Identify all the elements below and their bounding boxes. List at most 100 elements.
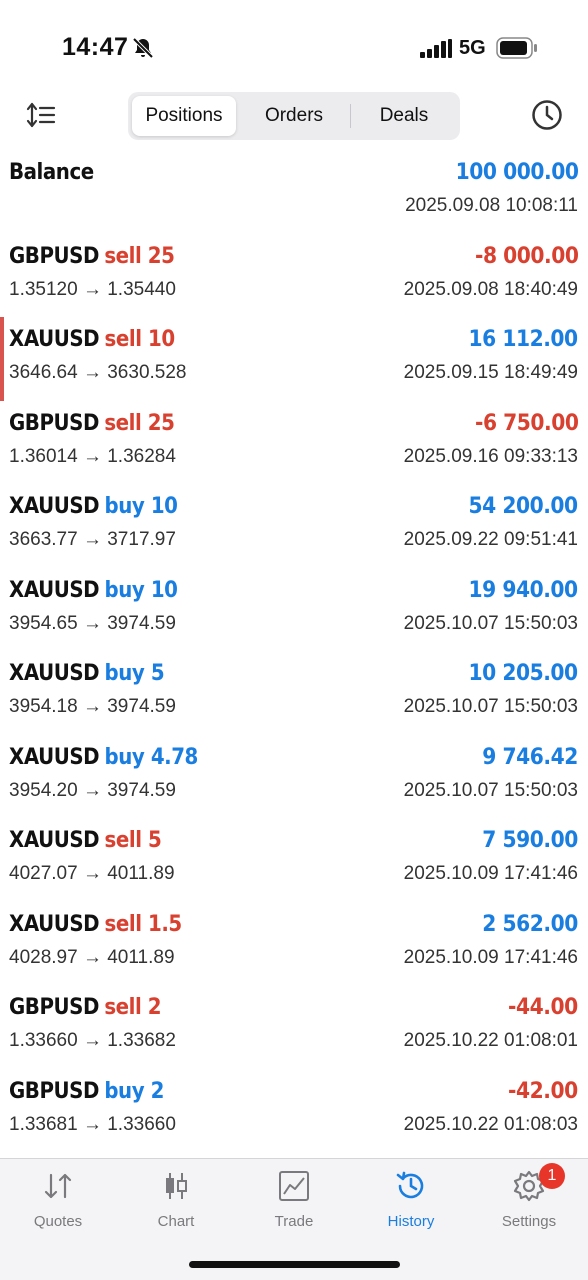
direction-label: buy	[104, 1078, 145, 1104]
direction-label: sell	[104, 911, 142, 937]
tab-quotes-label: Quotes	[33, 1213, 83, 1230]
symbol-name: XAUUSD	[9, 327, 100, 352]
volume-label: 2	[150, 1078, 165, 1104]
deal-profit: 7 590.00	[482, 828, 578, 853]
segment-divider	[350, 104, 351, 128]
deal-time: 2025.09.15 18:49:49	[403, 362, 578, 383]
deal-time: 2025.09.16 09:33:13	[403, 445, 578, 467]
direction-label: buy	[104, 577, 145, 603]
volume-label: 25	[147, 410, 175, 436]
deal-symbol: GBPUSD buy 2	[9, 1079, 164, 1104]
deal-prices: 3954.65 → 3974.59	[9, 612, 176, 634]
tab-orders[interactable]: Orders	[240, 96, 348, 136]
deal-profit: 10 205.00	[468, 661, 579, 686]
deal-time: 2025.10.09 17:41:46	[403, 946, 578, 968]
deal-row[interactable]: XAUUSD buy 10 3663.77 → 3717.97 54 200.00 20…	[0, 484, 588, 568]
settings-badge: 1	[539, 1163, 565, 1189]
direction-label: sell	[104, 410, 142, 436]
deal-prices: 4028.97 → 4011.89	[9, 946, 175, 968]
deal-symbol: GBPUSD sell 25	[9, 243, 175, 269]
deal-symbol: XAUUSD sell 5	[9, 828, 162, 853]
deal-direction: buy 10	[105, 494, 178, 519]
deal-direction: buy 5	[105, 661, 165, 686]
tab-history-label: History	[387, 1213, 435, 1230]
deal-symbol: GBPUSD sell 25	[9, 410, 175, 436]
deal-time: 2025.10.09 17:41:46	[403, 863, 578, 884]
direction-label: buy	[104, 661, 145, 686]
direction-label: sell	[104, 995, 142, 1020]
deal-row[interactable]: XAUUSD sell 5 4027.07 → 4011.89 7 590.00 202…	[0, 818, 588, 902]
balance-label: Balance	[9, 160, 94, 185]
tab-history[interactable]: History	[361, 1169, 461, 1239]
signal-icon	[420, 39, 452, 58]
volume-label: 10	[147, 327, 175, 352]
symbol-name: XAUUSD	[9, 577, 100, 603]
deal-row[interactable]: GBPUSD sell 25 1.35120 → 1.35440 -8 000.00 2…	[0, 234, 588, 318]
deal-symbol: XAUUSD sell 10	[9, 327, 175, 352]
deal-prices: 1.33681 → 1.33660	[9, 1113, 176, 1135]
symbol-name: XAUUSD	[9, 828, 100, 853]
deal-symbol: XAUUSD sell 1.5	[9, 912, 182, 937]
symbol-name: XAUUSD	[9, 911, 100, 937]
network-label: 5G	[459, 37, 486, 59]
deal-profit: -8 000.00	[474, 243, 579, 269]
home-indicator	[189, 1261, 400, 1268]
deal-profit: 54 200.00	[468, 494, 579, 519]
deal-direction: buy 4.78	[105, 744, 199, 770]
deal-symbol: XAUUSD buy 5	[9, 661, 165, 686]
balance-row[interactable]: Balance 100 000.00 2025.09.08 10:08:11	[0, 150, 588, 234]
deal-prices: 3663.77 → 3717.97	[9, 529, 176, 550]
direction-label: sell	[104, 327, 142, 352]
deal-prices: 1.35120 → 1.35440	[9, 278, 176, 300]
deal-profit: -44.00	[508, 995, 578, 1020]
symbol-name: GBPUSD	[9, 243, 99, 269]
deal-row[interactable]: XAUUSD sell 1.5 4028.97 → 4011.89 2 562.00 2…	[0, 902, 588, 986]
deal-direction: sell 10	[104, 327, 176, 352]
deal-prices: 4027.07 → 4011.89	[9, 863, 175, 884]
tab-deals[interactable]: Deals	[352, 96, 456, 136]
tab-trade-label: Trade	[274, 1213, 314, 1230]
tab-trade[interactable]: Trade	[244, 1169, 344, 1239]
direction-label: buy	[104, 494, 145, 519]
deal-symbol: XAUUSD buy 4.78	[9, 745, 198, 770]
deal-row[interactable]: XAUUSD buy 5 3954.18 → 3974.59 10 205.00 202…	[0, 651, 588, 735]
volume-label: 25	[147, 243, 175, 269]
deal-symbol: GBPUSD sell 2	[9, 995, 162, 1020]
tab-quotes[interactable]: Quotes	[8, 1169, 108, 1239]
deal-row[interactable]: GBPUSD sell 2 1.33660 → 1.33682 -44.00 2025.…	[0, 985, 588, 1069]
deal-direction: buy 2	[104, 1079, 164, 1104]
deal-profit: 19 940.00	[468, 577, 579, 603]
deal-time: 2025.10.07 15:50:03	[403, 779, 578, 801]
symbol-name: GBPUSD	[9, 410, 99, 436]
deal-row[interactable]: XAUUSD buy 10 3954.65 → 3974.59 19 940.00 20…	[0, 568, 588, 652]
chart-icon	[166, 1173, 187, 1199]
trade-icon	[279, 1171, 309, 1201]
symbol-name: GBPUSD	[9, 1078, 99, 1104]
deal-direction: sell 2	[104, 995, 161, 1020]
tab-chart-label: Chart	[157, 1213, 195, 1230]
deal-profit: 2 562.00	[482, 911, 578, 937]
sort-icon[interactable]	[24, 98, 58, 132]
deal-prices: 3954.20 → 3974.59	[9, 779, 176, 801]
deal-row[interactable]: GBPUSD buy 2 1.33681 → 1.33660 -42.00 2025.1…	[0, 1069, 588, 1153]
deal-direction: sell 5	[105, 828, 162, 853]
deal-time: 2025.09.22 09:51:41	[403, 529, 578, 550]
tab-settings-label: Settings	[501, 1213, 557, 1230]
deal-row[interactable]: XAUUSD sell 10 3646.64 → 3630.528 16 112.00…	[0, 317, 588, 401]
status-bar: 14:47 5G	[0, 0, 588, 90]
balance-amount: 100 000.00	[455, 160, 578, 185]
battery-icon	[496, 37, 537, 59]
direction-label: sell	[104, 828, 142, 853]
clock-icon[interactable]	[530, 98, 564, 132]
history-list: Balance 100 000.00 2025.09.08 10:08:11 G…	[0, 150, 588, 1152]
tab-positions[interactable]: Positions	[132, 96, 236, 136]
symbol-name: XAUUSD	[9, 661, 100, 686]
deal-prices: 1.33660 → 1.33682	[9, 1030, 176, 1051]
volume-label: 4.78	[150, 744, 199, 770]
deal-row[interactable]: XAUUSD buy 4.78 3954.20 → 3974.59 9 746.42 2…	[0, 735, 588, 819]
deal-profit: -42.00	[508, 1078, 578, 1104]
deal-time: 2025.10.22 01:08:03	[403, 1113, 578, 1135]
deal-row[interactable]: GBPUSD sell 25 1.36014 → 1.36284 -6 750.00 2…	[0, 401, 588, 485]
deal-prices: 3646.64 → 3630.528	[9, 362, 187, 383]
tab-chart[interactable]: Chart	[126, 1169, 226, 1239]
